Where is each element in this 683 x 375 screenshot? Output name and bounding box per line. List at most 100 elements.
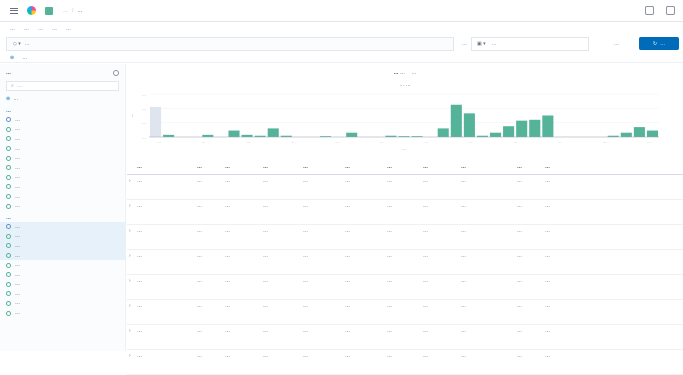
expand-row-icon[interactable]: ›	[127, 324, 135, 350]
expand-row-icon[interactable]: ›	[127, 174, 135, 200]
available-field-item[interactable]: …	[0, 241, 125, 251]
selected-field-item[interactable]: …	[6, 192, 119, 202]
histogram-bar[interactable]	[463, 113, 475, 137]
selected-field-item[interactable]: …	[6, 134, 119, 144]
index-pattern-selector[interactable]: …	[6, 68, 119, 78]
filter-options-icon[interactable]: ⊜	[10, 55, 14, 61]
available-field-item[interactable]: …	[6, 270, 119, 280]
add-filter-button[interactable]: …	[22, 55, 27, 61]
query-language-toggle[interactable]: …	[462, 41, 467, 47]
column-header[interactable]: …	[195, 160, 223, 175]
table-row[interactable]: ›……………………………	[127, 324, 683, 350]
available-field-item[interactable]: …	[6, 308, 119, 318]
menu-icon[interactable]	[10, 7, 18, 14]
x-tick-label: …	[246, 140, 250, 144]
field-name: …	[15, 242, 20, 249]
histogram-bar[interactable]	[437, 128, 449, 137]
histogram-bar[interactable]	[450, 104, 462, 137]
histogram-bar[interactable]	[633, 127, 645, 137]
table-row[interactable]: ›……………………………	[127, 274, 683, 300]
user-menu-icon[interactable]	[666, 6, 675, 15]
app-logo-icon[interactable]	[27, 6, 36, 15]
histogram-bar[interactable]	[620, 132, 632, 137]
selected-field-item[interactable]: …	[6, 125, 119, 135]
selected-field-item[interactable]: …	[6, 201, 119, 211]
histogram-bar[interactable]	[516, 120, 528, 137]
histogram-bar[interactable]	[646, 130, 658, 137]
table-row[interactable]: ›……………………………	[127, 199, 683, 225]
column-header[interactable]: …	[301, 160, 343, 175]
menu-item-open[interactable]: …	[38, 26, 43, 32]
expand-row-icon[interactable]: ›	[127, 274, 135, 300]
query-input[interactable]: ◇ ▾ …	[6, 37, 454, 51]
selected-field-item[interactable]: …	[6, 173, 119, 183]
histogram-bar[interactable]	[267, 128, 279, 137]
date-picker[interactable]: ▣ ▾ …	[471, 37, 589, 51]
available-field-item[interactable]: …	[6, 260, 119, 270]
interval-select[interactable]: …	[406, 82, 411, 88]
selected-field-item[interactable]: …	[6, 153, 119, 163]
refresh-button[interactable]: ↻ …	[639, 37, 679, 50]
available-field-item[interactable]: …	[0, 231, 125, 242]
histogram-bar[interactable]	[228, 130, 240, 137]
table-row[interactable]: ›……………………………	[127, 299, 683, 325]
table-row[interactable]: ›……………………………	[127, 224, 683, 250]
filter-icon: ⊜	[6, 96, 11, 102]
save-query-icon[interactable]: ◇ ▾	[13, 41, 21, 47]
table-cell: …	[515, 249, 543, 275]
column-header[interactable]: …	[223, 160, 261, 175]
histogram-bar[interactable]	[490, 132, 502, 137]
column-header[interactable]: …	[343, 160, 385, 175]
expand-row-icon[interactable]: ›	[127, 199, 135, 225]
available-field-item[interactable]: …	[0, 250, 125, 261]
histogram-bar[interactable]	[241, 134, 253, 137]
selected-field-item[interactable]: …	[6, 182, 119, 192]
help-icon[interactable]	[645, 6, 654, 15]
table-row[interactable]: ›……………………………	[127, 349, 683, 375]
menu-item-share[interactable]: …	[52, 26, 57, 32]
selected-field-item[interactable]: …	[6, 144, 119, 154]
selected-field-item[interactable]: …	[6, 163, 119, 173]
available-field-item[interactable]: …	[0, 221, 125, 232]
column-header[interactable]: …	[459, 160, 515, 175]
table-row[interactable]: ›……………………………	[127, 174, 683, 200]
calendar-icon[interactable]: ▣ ▾	[477, 41, 486, 47]
table-row[interactable]: ›……………………………	[127, 249, 683, 275]
histogram-chart[interactable]: ………………………………………………	[127, 90, 683, 160]
table-cell: …	[421, 224, 459, 250]
histogram-bar[interactable]	[202, 134, 214, 137]
histogram-bar[interactable]	[503, 126, 515, 137]
show-dates-link[interactable]: …	[614, 41, 619, 47]
x-tick-label: …	[202, 140, 206, 144]
field-search-input[interactable]: ⌕ …	[6, 81, 119, 91]
column-header[interactable]: …	[515, 160, 543, 175]
histogram-bar[interactable]	[346, 132, 358, 137]
column-header[interactable]: …	[421, 160, 459, 175]
available-field-item[interactable]: …	[6, 280, 119, 290]
space-avatar-icon[interactable]	[45, 6, 53, 15]
menu-item-new[interactable]: …	[10, 26, 15, 32]
breadcrumb-root[interactable]: …	[63, 8, 68, 14]
histogram-bar[interactable]	[163, 134, 175, 137]
expand-row-icon[interactable]: ›	[127, 224, 135, 250]
expand-row-icon[interactable]: ›	[127, 299, 135, 325]
column-header[interactable]: …	[135, 160, 195, 175]
histogram-bar[interactable]	[529, 119, 541, 137]
available-field-item[interactable]: …	[6, 299, 119, 309]
table-cell: …	[135, 324, 195, 350]
histogram-bar[interactable]	[150, 106, 162, 137]
selected-field-item[interactable]: …	[6, 115, 119, 125]
field-name: …	[15, 281, 20, 288]
column-header[interactable]: …	[261, 160, 301, 175]
menu-item-save[interactable]: …	[24, 26, 29, 32]
menu-item-inspect[interactable]: …	[66, 26, 71, 32]
reset-search-link[interactable]: …	[411, 70, 416, 76]
column-header[interactable]: …	[385, 160, 421, 175]
column-header[interactable]: …	[543, 160, 683, 175]
expand-row-icon[interactable]: ›	[127, 349, 135, 375]
available-field-item[interactable]: …	[6, 289, 119, 299]
field-type-toggle[interactable]: ⊜ …	[6, 94, 119, 104]
gear-icon[interactable]	[113, 70, 119, 76]
histogram-bar[interactable]	[542, 115, 554, 138]
expand-row-icon[interactable]: ›	[127, 249, 135, 275]
